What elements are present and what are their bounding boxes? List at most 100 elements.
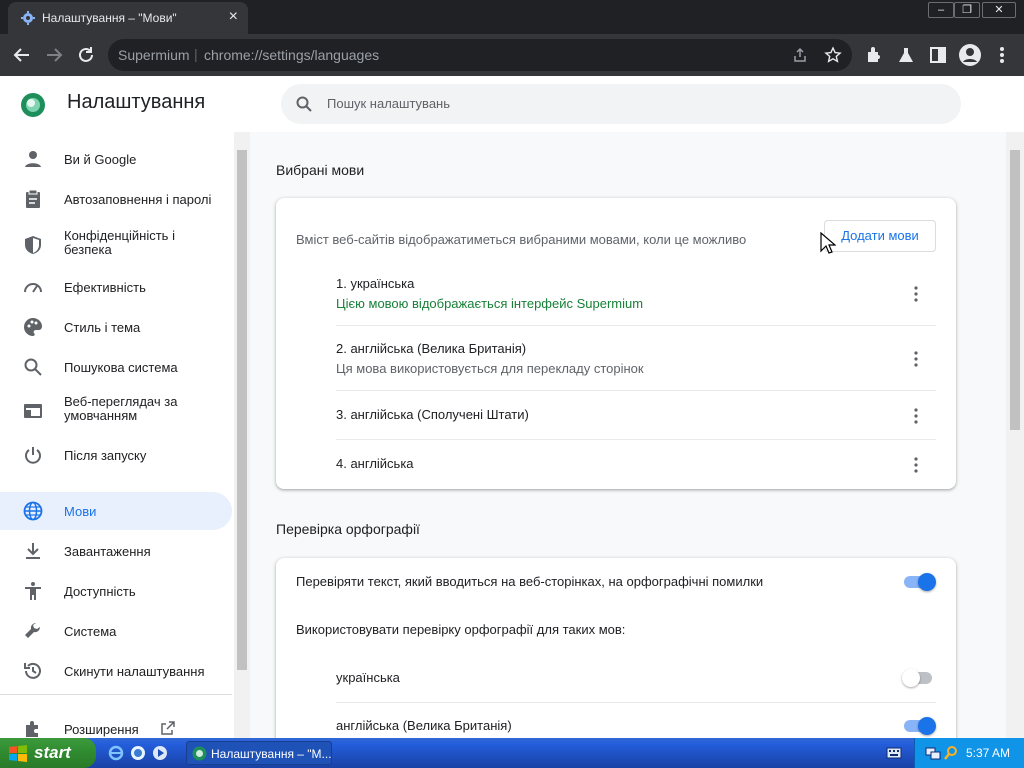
minimize-button[interactable]: – [928,2,954,18]
open-in-new-icon [161,721,175,735]
menu-kebab-icon[interactable] [990,43,1014,67]
sidebar-item-label: Після запуску [64,448,147,463]
sidebar-item-label: Ефективність [64,280,146,295]
sidebar-item-reset[interactable]: Скинути налаштування [0,652,232,690]
more-actions-icon[interactable] [910,351,922,367]
preferred-languages-description: Вміст веб-сайтів відображатиметься вибра… [296,232,747,247]
sidebar-item-downloads[interactable]: Завантаження [0,532,232,570]
puzzle-icon [26,721,38,737]
browser-quicklaunch-icon[interactable] [130,745,146,761]
preferred-languages-card: Вміст веб-сайтів відображатиметься вибра… [276,198,956,489]
download-icon [26,543,40,559]
language-name: 3. англійська (Сполучені Штати) [336,407,529,422]
extensions-puzzle-icon[interactable] [862,43,886,67]
reload-icon[interactable] [74,43,98,67]
language-item: 4. англійська [336,440,936,489]
sidebar-item-label: Стиль і тема [64,320,141,335]
side-panel-icon[interactable] [926,43,950,67]
tab-settings[interactable]: Налаштування – "Мови" × [8,2,248,34]
sidebar-divider [0,694,232,695]
clipboard-icon [26,189,40,208]
supermium-logo-icon [21,93,45,117]
palette-icon [24,318,42,336]
spell-check-languages-label: Використовувати перевірку орфографії для… [296,622,626,637]
address-bar[interactable]: Supermium | chrome://settings/languages [108,39,852,71]
sidebar-item-label: Веб-переглядач за умовчанням [64,394,178,423]
sidebar-item-label: Ви й Google [64,152,137,167]
history-icon [24,662,41,679]
sidebar-item-label: Конфіденційність і безпека [64,228,175,257]
sidebar-item-label: Мови [64,504,97,519]
settings-header: Налаштування Пошук налаштувань [0,76,1024,132]
mouse-cursor-icon [820,232,836,254]
url-path: chrome://settings/languages [204,47,380,63]
sidebar-item-label: Доступність [64,584,136,599]
sidebar-item-on-startup[interactable]: Після запуску [0,436,232,474]
sidebar-item-privacy[interactable]: Конфіденційність і безпека [0,222,232,266]
tab-strip: Налаштування – "Мови" × – ❐ ✕ [0,0,1024,34]
tab-title: Налаштування – "Мови" [42,11,177,25]
globe-icon [23,501,43,521]
sidebar-item-system[interactable]: Система [0,612,232,650]
language-item: 1. українська Цією мовою відображається … [336,270,936,326]
tray-search-icon[interactable] [943,745,959,761]
sidebar-item-extensions[interactable]: Розширення [0,710,232,738]
tab-close-icon[interactable]: × [229,9,238,25]
sidebar-item-label: Розширення [64,722,139,737]
supermium-app-icon [192,746,207,761]
add-languages-button[interactable]: Додати мови [824,220,936,252]
taskbar-button-settings[interactable]: Налаштування – "М... [186,741,332,765]
keyboard-icon[interactable] [886,747,902,759]
sidebar-item-languages[interactable]: Мови [0,492,232,530]
more-actions-icon[interactable] [910,408,922,424]
media-quicklaunch-icon[interactable] [152,745,168,761]
url-domain: Supermium [118,47,190,63]
sidebar-item-label: Автозаповнення і паролі [64,192,212,207]
sidebar-item-appearance[interactable]: Стиль і тема [0,308,232,346]
start-button[interactable]: start [0,738,96,768]
sidebar-item-label: Пошукова система [64,360,178,375]
spell-check-toggle[interactable] [902,573,936,591]
share-icon[interactable] [792,47,808,63]
divider [336,702,936,703]
sidebar-item-you-and-google[interactable]: Ви й Google [0,140,232,178]
internet-explorer-icon[interactable] [108,745,124,761]
search-icon [296,96,312,112]
language-item: 2. англійська (Велика Британія) Ця мова … [336,326,936,391]
sidebar-item-accessibility[interactable]: Доступність [0,572,232,610]
language-name: 1. українська [336,276,415,291]
browser-toolbar: Supermium | chrome://settings/languages [0,34,1024,76]
language-name: 2. англійська (Велика Британія) [336,341,527,356]
sidebar-item-search-engine[interactable]: Пошукова система [0,348,232,386]
speedometer-icon [24,283,42,293]
sidebar-scrollbar-thumb[interactable] [237,150,247,670]
more-actions-icon[interactable] [910,457,922,473]
main-scrollbar-thumb[interactable] [1010,150,1020,430]
section-title-spell-check: Перевірка орфографії [276,521,420,537]
sidebar-item-autofill[interactable]: Автозаповнення і паролі [0,180,232,218]
forward-arrow-icon[interactable] [42,43,66,67]
sidebar-item-default-browser[interactable]: Веб-переглядач за умовчанням [0,388,232,432]
spell-language-toggle-english-uk[interactable] [902,717,936,735]
windows-logo-icon [9,745,27,762]
flask-icon[interactable] [894,43,918,67]
settings-search-input[interactable]: Пошук налаштувань [281,84,961,124]
maximize-button[interactable]: ❐ [954,2,980,18]
browser-icon [24,404,42,418]
search-placeholder: Пошук налаштувань [327,96,450,111]
section-title-preferred-languages: Вибрані мови [276,162,365,178]
tray-network-icon[interactable] [925,745,941,761]
profile-avatar-icon[interactable] [958,43,982,67]
back-arrow-icon[interactable] [10,43,34,67]
language-note: Цією мовою відображається інтерфейс Supe… [336,296,644,311]
power-icon [25,447,41,464]
shield-icon [25,236,41,254]
more-actions-icon[interactable] [910,286,922,302]
gear-icon [21,11,35,25]
spell-check-main-label: Перевіряти текст, який вводиться на веб-… [296,574,764,589]
spell-language-toggle-ukrainian[interactable] [902,669,936,687]
close-window-button[interactable]: ✕ [982,2,1016,18]
start-label: start [34,743,71,762]
sidebar-item-performance[interactable]: Ефективність [0,268,232,306]
star-icon[interactable] [824,46,842,64]
